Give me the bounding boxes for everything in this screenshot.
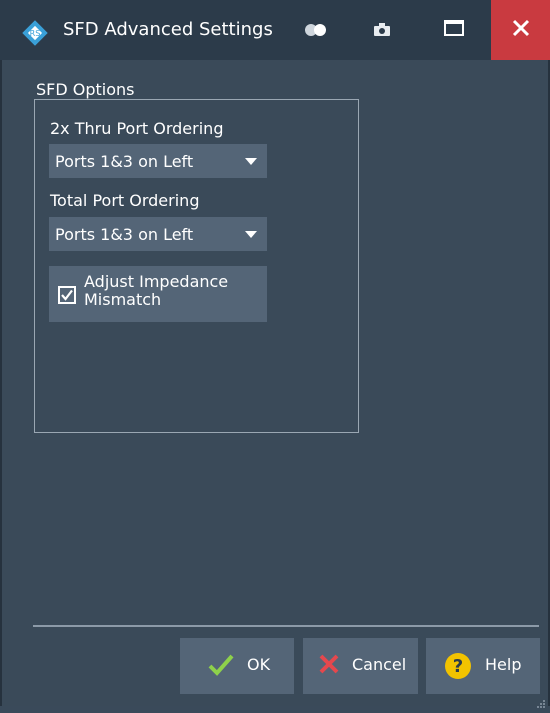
chevron-down-icon (245, 231, 257, 238)
maximize-icon (444, 20, 464, 40)
total-port-ordering-label: Total Port Ordering (50, 191, 200, 210)
close-icon (318, 653, 340, 679)
rs-logo-icon: RS (22, 20, 48, 46)
camera-icon (374, 21, 390, 40)
checkmark-icon (208, 653, 234, 681)
help-label: Help (485, 655, 522, 674)
resize-grip-icon[interactable] (536, 694, 546, 708)
title-bar[interactable]: RS SFD Advanced Settings (0, 0, 550, 60)
sfd-advanced-settings-dialog: RS SFD Advanced Settings SFD Options 2x … (0, 0, 550, 708)
cancel-button[interactable]: Cancel (303, 638, 418, 694)
total-port-ordering-value: Ports 1&3 on Left (55, 224, 194, 244)
thru-port-ordering-dropdown[interactable]: Ports 1&3 on Left (49, 144, 267, 178)
help-icon: ? (444, 652, 472, 684)
ok-button[interactable]: OK (180, 638, 294, 694)
svg-text:RS: RS (30, 29, 41, 38)
help-button[interactable]: ? Help (426, 638, 540, 694)
sfd-options-title: SFD Options (36, 80, 135, 99)
screenshot-button[interactable] (360, 0, 404, 60)
checkmark-icon (61, 289, 73, 301)
adjust-impedance-label: Adjust Impedance Mismatch (84, 272, 229, 309)
adjust-impedance-mismatch-option[interactable]: Adjust Impedance Mismatch (49, 266, 267, 322)
dialog-content: SFD Options 2x Thru Port Ordering Ports … (0, 60, 550, 708)
maximize-button[interactable] (430, 0, 478, 60)
window-title: SFD Advanced Settings (63, 19, 273, 40)
toggle-icon (305, 21, 327, 40)
adjust-impedance-checkbox[interactable] (58, 286, 76, 304)
chevron-down-icon (245, 158, 257, 165)
ok-label: OK (247, 655, 271, 674)
close-icon (512, 19, 530, 41)
close-button[interactable] (491, 0, 550, 60)
toggle-button[interactable] (292, 0, 340, 60)
svg-text:?: ? (453, 656, 463, 677)
footer-separator (33, 625, 539, 627)
total-port-ordering-dropdown[interactable]: Ports 1&3 on Left (49, 217, 267, 251)
cancel-label: Cancel (352, 655, 407, 674)
thru-port-ordering-value: Ports 1&3 on Left (55, 151, 194, 171)
thru-port-ordering-label: 2x Thru Port Ordering (50, 119, 224, 138)
